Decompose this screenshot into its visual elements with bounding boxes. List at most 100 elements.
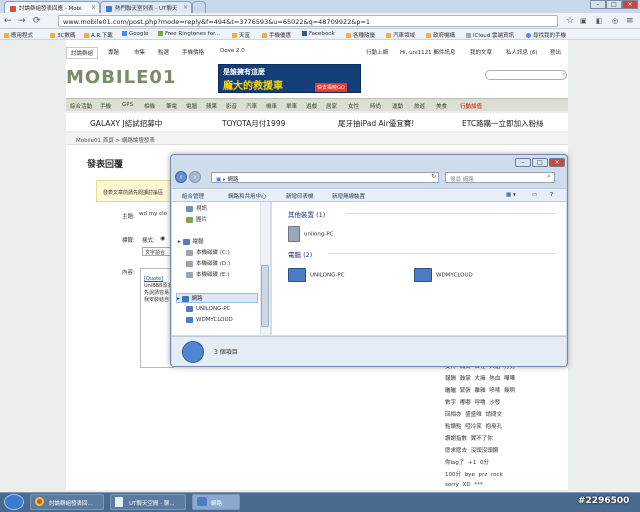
help-icon[interactable]: ? (550, 192, 553, 198)
emoticon-row[interactable]: 100分 bye prz rock (445, 470, 503, 478)
explorer-search-input[interactable]: 搜尋 網路 (445, 172, 555, 183)
minimize-window-icon[interactable]: – (590, 0, 606, 9)
bookmark-item[interactable]: Facebook (302, 31, 335, 37)
private-messages-link[interactable]: 私人訊息 (6) (502, 47, 542, 57)
group-header-computers[interactable]: 電腦 (2) (288, 249, 312, 259)
scrollbar-thumb[interactable] (261, 265, 269, 327)
reload-icon[interactable]: ⟳ (33, 16, 41, 26)
category-link[interactable]: 汽車 (246, 102, 257, 110)
text-ad-link[interactable]: TOYOTA月付1999 (222, 118, 285, 129)
bookmark-item[interactable]: 手機優惠 (262, 31, 291, 39)
format-radio-label[interactable]: 樣式: (142, 236, 155, 244)
emoticon-row[interactable]: sorry XD *** (445, 482, 483, 488)
category-link[interactable]: 單車 (286, 102, 297, 110)
bookmark-item[interactable]: 尋找我的手機 (526, 31, 566, 39)
back-arrow-icon[interactable]: ← (4, 16, 12, 26)
extension-icon[interactable]: ◎ (612, 17, 618, 25)
nav-tab-reviews[interactable]: 點選 (154, 47, 173, 57)
category-link[interactable]: 美食 (436, 102, 447, 110)
bookmark-item[interactable]: 應用程式 (4, 31, 33, 39)
windows-start-icon[interactable] (4, 494, 24, 510)
bookmark-item[interactable]: 汽車領域 (386, 31, 415, 39)
explorer-window[interactable]: – □ × ‹ › ▣ ▸ 網路 ↻ 搜尋 網路 ⌕ 組合管理 網路和共用中心 … (170, 154, 568, 367)
view-options-icon[interactable]: ▦ ▾ (506, 192, 516, 198)
emoticon-row[interactable]: 報酬 鼓掌 大擁 熱血 嘩嘩 (445, 374, 515, 382)
banner-cta[interactable]: 快去揭曉GO (315, 83, 347, 92)
extension-icon[interactable]: ▣ (580, 17, 587, 25)
tree-item-network[interactable]: ▸ 網路 (176, 293, 258, 303)
tree-item-wdmycloud[interactable]: WDMYCLOUD (186, 315, 233, 325)
category-link[interactable]: 手機 (100, 102, 111, 110)
explorer-address-bar[interactable]: ▣ ▸ 網路 (211, 172, 439, 183)
ad-banner[interactable]: 是誰擁有這麼 龐大的救援車 快去揭曉GO (218, 64, 361, 93)
site-search-input[interactable] (485, 70, 567, 80)
bookmark-item[interactable]: Google (122, 31, 148, 37)
device-unilong-pc[interactable]: unilong-PC (288, 226, 334, 242)
close-tab-icon[interactable]: × (183, 4, 188, 11)
computer-wdmycloud[interactable]: WDMYCLOUD (414, 268, 473, 282)
tree-item-unilong-pc[interactable]: UNILONG-PC (186, 304, 230, 314)
refresh-icon[interactable]: ↻ (431, 173, 436, 180)
search-icon[interactable]: ⌕ (562, 71, 565, 79)
star-bookmark-icon[interactable]: ☆ (566, 16, 574, 26)
organize-button[interactable]: 組合管理 (182, 192, 204, 200)
text-ad-link[interactable]: ETC路購一立即加入粉絲 (462, 118, 544, 129)
mobile-link[interactable]: 行動上網 (362, 47, 392, 57)
nav-tab-dove[interactable]: Dove 2.0 (216, 47, 249, 55)
emoticon-row[interactable]: 愿求愿去 沒頭沒頭鋼 (445, 446, 498, 454)
category-link[interactable]: 筆電 (166, 102, 177, 110)
tree-item-drive-c[interactable]: 本機磁碟 (C:) (186, 248, 230, 258)
preview-pane-icon[interactable]: ▭ (532, 192, 537, 198)
tree-item-drive-d[interactable]: 本機磁碟 (D:) (186, 259, 230, 269)
bookmark-item[interactable]: 天富 (232, 31, 250, 39)
network-center-button[interactable]: 網路和共用中心 (228, 192, 267, 200)
category-link[interactable]: 遊戲 (306, 102, 317, 110)
tree-item-videos[interactable]: 視訊 (186, 204, 207, 214)
bookmark-item[interactable]: 各種隨優 (346, 31, 375, 39)
category-link[interactable]: 綜合活動 (70, 102, 92, 110)
minimize-window-icon[interactable]: – (515, 158, 531, 167)
category-link[interactable]: 電腦 (186, 102, 197, 110)
browser-tab-active[interactable]: 討論群組發表回應 - Mobi × (4, 1, 100, 13)
bookmark-item[interactable]: 3C數碼 (50, 31, 75, 39)
text-ad-link[interactable]: GALAXY J結試招募中 (90, 118, 162, 129)
close-window-icon[interactable]: × (549, 158, 565, 167)
category-link[interactable]: GPS (122, 102, 133, 108)
content-editor[interactable]: [Quote] UniBBB原本 先說請容易 我安裝結自 (140, 268, 174, 368)
category-link[interactable]: 影音 (226, 102, 237, 110)
maximize-window-icon[interactable]: □ (606, 0, 622, 9)
nav-tab-features[interactable]: 專題 (104, 47, 123, 57)
close-window-icon[interactable]: × (622, 0, 638, 9)
bookmark-item[interactable]: A.R.下載 (84, 31, 113, 39)
text-ad-link[interactable]: 尾牙抽iPad Air優宜賽! (338, 118, 414, 129)
new-tab-button[interactable] (192, 1, 206, 13)
breadcrumb[interactable]: Mobile01 首頁 > 網路論壇發表 (66, 133, 568, 145)
logout-link[interactable]: 登出 (546, 47, 565, 57)
explorer-title-bar[interactable]: – □ × (171, 155, 567, 170)
subject-input[interactable]: wd my clo (139, 211, 173, 220)
search-icon[interactable]: ⌕ (547, 172, 551, 181)
forward-arrow-icon[interactable]: → (18, 16, 26, 26)
group-header-other-devices[interactable]: 其他裝置 (1) (288, 209, 325, 219)
browser-tab-chat[interactable]: 熱門聯天室列表 - UT聊天 × (100, 1, 192, 13)
emoticon-row[interactable]: 回相亦 盛盛唯 請問文 (445, 410, 502, 418)
extension-icon[interactable]: ◧ (596, 17, 603, 25)
nav-tab-prices[interactable]: 手機價格 (178, 47, 208, 57)
mobile01-logo[interactable]: MOBILE01 (66, 67, 176, 91)
forward-arrow-icon[interactable]: › (189, 171, 201, 183)
add-printer-button[interactable]: 新增印表機 (286, 192, 314, 200)
back-arrow-icon[interactable]: ‹ (175, 171, 187, 183)
bookmark-item[interactable]: iCloud 雲端資訊 (466, 31, 514, 39)
emoticon-row[interactable]: 曬曬 緊張 離雜 哆嗦 幾啊 (445, 386, 515, 394)
category-link[interactable]: 旅遊 (414, 102, 425, 110)
emoticon-row[interactable]: 點讚點 啞冷笑 抱臭孔 (445, 422, 502, 430)
emoticon-row[interactable]: 讚謝指數 翼不了你 (445, 434, 493, 442)
bookmark-item[interactable]: 政府機構 (426, 31, 455, 39)
close-tab-icon[interactable]: × (91, 4, 96, 11)
tree-item-pictures[interactable]: 圖片 (186, 215, 207, 225)
my-posts-link[interactable]: 我的文章 (466, 47, 496, 57)
address-bar[interactable]: www.mobile01.com/post.php?mode=reply&f=4… (58, 15, 558, 27)
nav-tab-market[interactable]: 市集 (130, 47, 149, 57)
radio-button-icon[interactable]: ◉ (160, 235, 165, 242)
nav-tab-forum[interactable]: 討論群組 (66, 47, 99, 59)
